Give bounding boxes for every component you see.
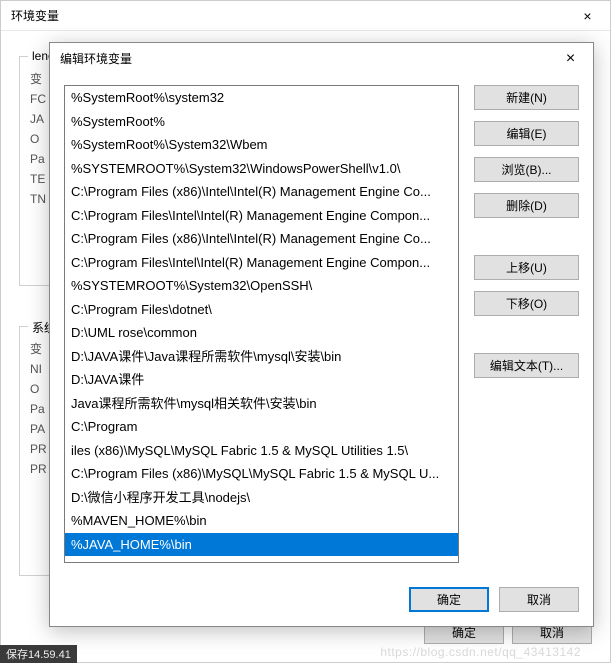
path-entries-listbox[interactable]: %SystemRoot%\system32%SystemRoot%%System… <box>64 85 459 563</box>
bg-var-fragment: PA <box>30 419 48 439</box>
new-button[interactable]: 新建(N) <box>474 85 579 110</box>
modal-ok-button[interactable]: 确定 <box>409 587 489 612</box>
browse-button[interactable]: 浏览(B)... <box>474 157 579 182</box>
path-entry[interactable]: %SYSTEMROOT%\System32\OpenSSH\ <box>65 274 458 298</box>
bg-var-fragment: JA <box>30 109 48 129</box>
bg-var-fragment: 变 <box>30 69 48 89</box>
path-entry[interactable]: C:\Program Files\Intel\Intel(R) Manageme… <box>65 204 458 228</box>
bg-var-fragment: TN <box>30 189 48 209</box>
bg-var-fragment: Pa <box>30 149 48 169</box>
bg-var-fragment: PR <box>30 459 48 479</box>
bg-var-fragment: TE <box>30 169 48 189</box>
delete-button[interactable]: 删除(D) <box>474 193 579 218</box>
path-entry[interactable]: %SystemRoot%\System32\Wbem <box>65 133 458 157</box>
path-entry[interactable]: iles (x86)\MySQL\MySQL Fabric 1.5 & MySQ… <box>65 439 458 463</box>
path-entry[interactable]: D:\JAVA课件 <box>65 368 458 392</box>
path-entry[interactable]: %JAVA_HOME%\bin <box>65 533 458 557</box>
move-down-button[interactable]: 下移(O) <box>474 291 579 316</box>
bg-var-fragment: FC <box>30 89 48 109</box>
path-entry[interactable]: %MAVEN_HOME%\bin <box>65 509 458 533</box>
taskbar-time: 保存14.59.41 <box>0 645 77 663</box>
path-entry[interactable]: %SYSTEMROOT%\System32\WindowsPowerShell\… <box>65 157 458 181</box>
bg-var-fragment: O <box>30 379 48 399</box>
path-entry[interactable]: C:\Program Files (x86)\Intel\Intel(R) Ma… <box>65 180 458 204</box>
path-entry[interactable]: C:\Program Files\dotnet\ <box>65 298 458 322</box>
path-entry[interactable]: C:\Program Files\Intel\Intel(R) Manageme… <box>65 251 458 275</box>
path-entry[interactable]: D:\JAVA课件\Java课程所需软件\mysql\安装\bin <box>65 345 458 369</box>
modal-cancel-button[interactable]: 取消 <box>499 587 579 612</box>
edit-button[interactable]: 编辑(E) <box>474 121 579 146</box>
edit-text-button[interactable]: 编辑文本(T)... <box>474 353 579 378</box>
modal-close-button[interactable]: × <box>548 43 593 74</box>
modal-title: 编辑环境变量 <box>50 43 593 74</box>
path-entry[interactable]: C:\Program Files (x86)\Intel\Intel(R) Ma… <box>65 227 458 251</box>
path-entry[interactable]: D:\UML rose\common <box>65 321 458 345</box>
edit-environment-variable-dialog: 编辑环境变量 × %SystemRoot%\system32%SystemRoo… <box>49 42 594 627</box>
bg-var-fragment: PR <box>30 439 48 459</box>
path-entry[interactable]: D:\微信小程序开发工具\nodejs\ <box>65 486 458 510</box>
path-entry[interactable]: %SystemRoot% <box>65 110 458 134</box>
path-entry[interactable]: C:\Program <box>65 415 458 439</box>
parent-close-button[interactable]: × <box>565 1 610 31</box>
move-up-button[interactable]: 上移(U) <box>474 255 579 280</box>
bg-var-fragment: Pa <box>30 399 48 419</box>
parent-title: 环境变量 <box>1 1 610 31</box>
path-entry[interactable]: %SystemRoot%\system32 <box>65 86 458 110</box>
bg-var-fragment: 变 <box>30 339 48 359</box>
path-entry[interactable]: C:\Program Files (x86)\MySQL\MySQL Fabri… <box>65 462 458 486</box>
path-entry[interactable]: Java课程所需软件\mysql相关软件\安装\bin <box>65 392 458 416</box>
bg-var-fragment: NI <box>30 359 48 379</box>
bg-var-fragment: O <box>30 129 48 149</box>
